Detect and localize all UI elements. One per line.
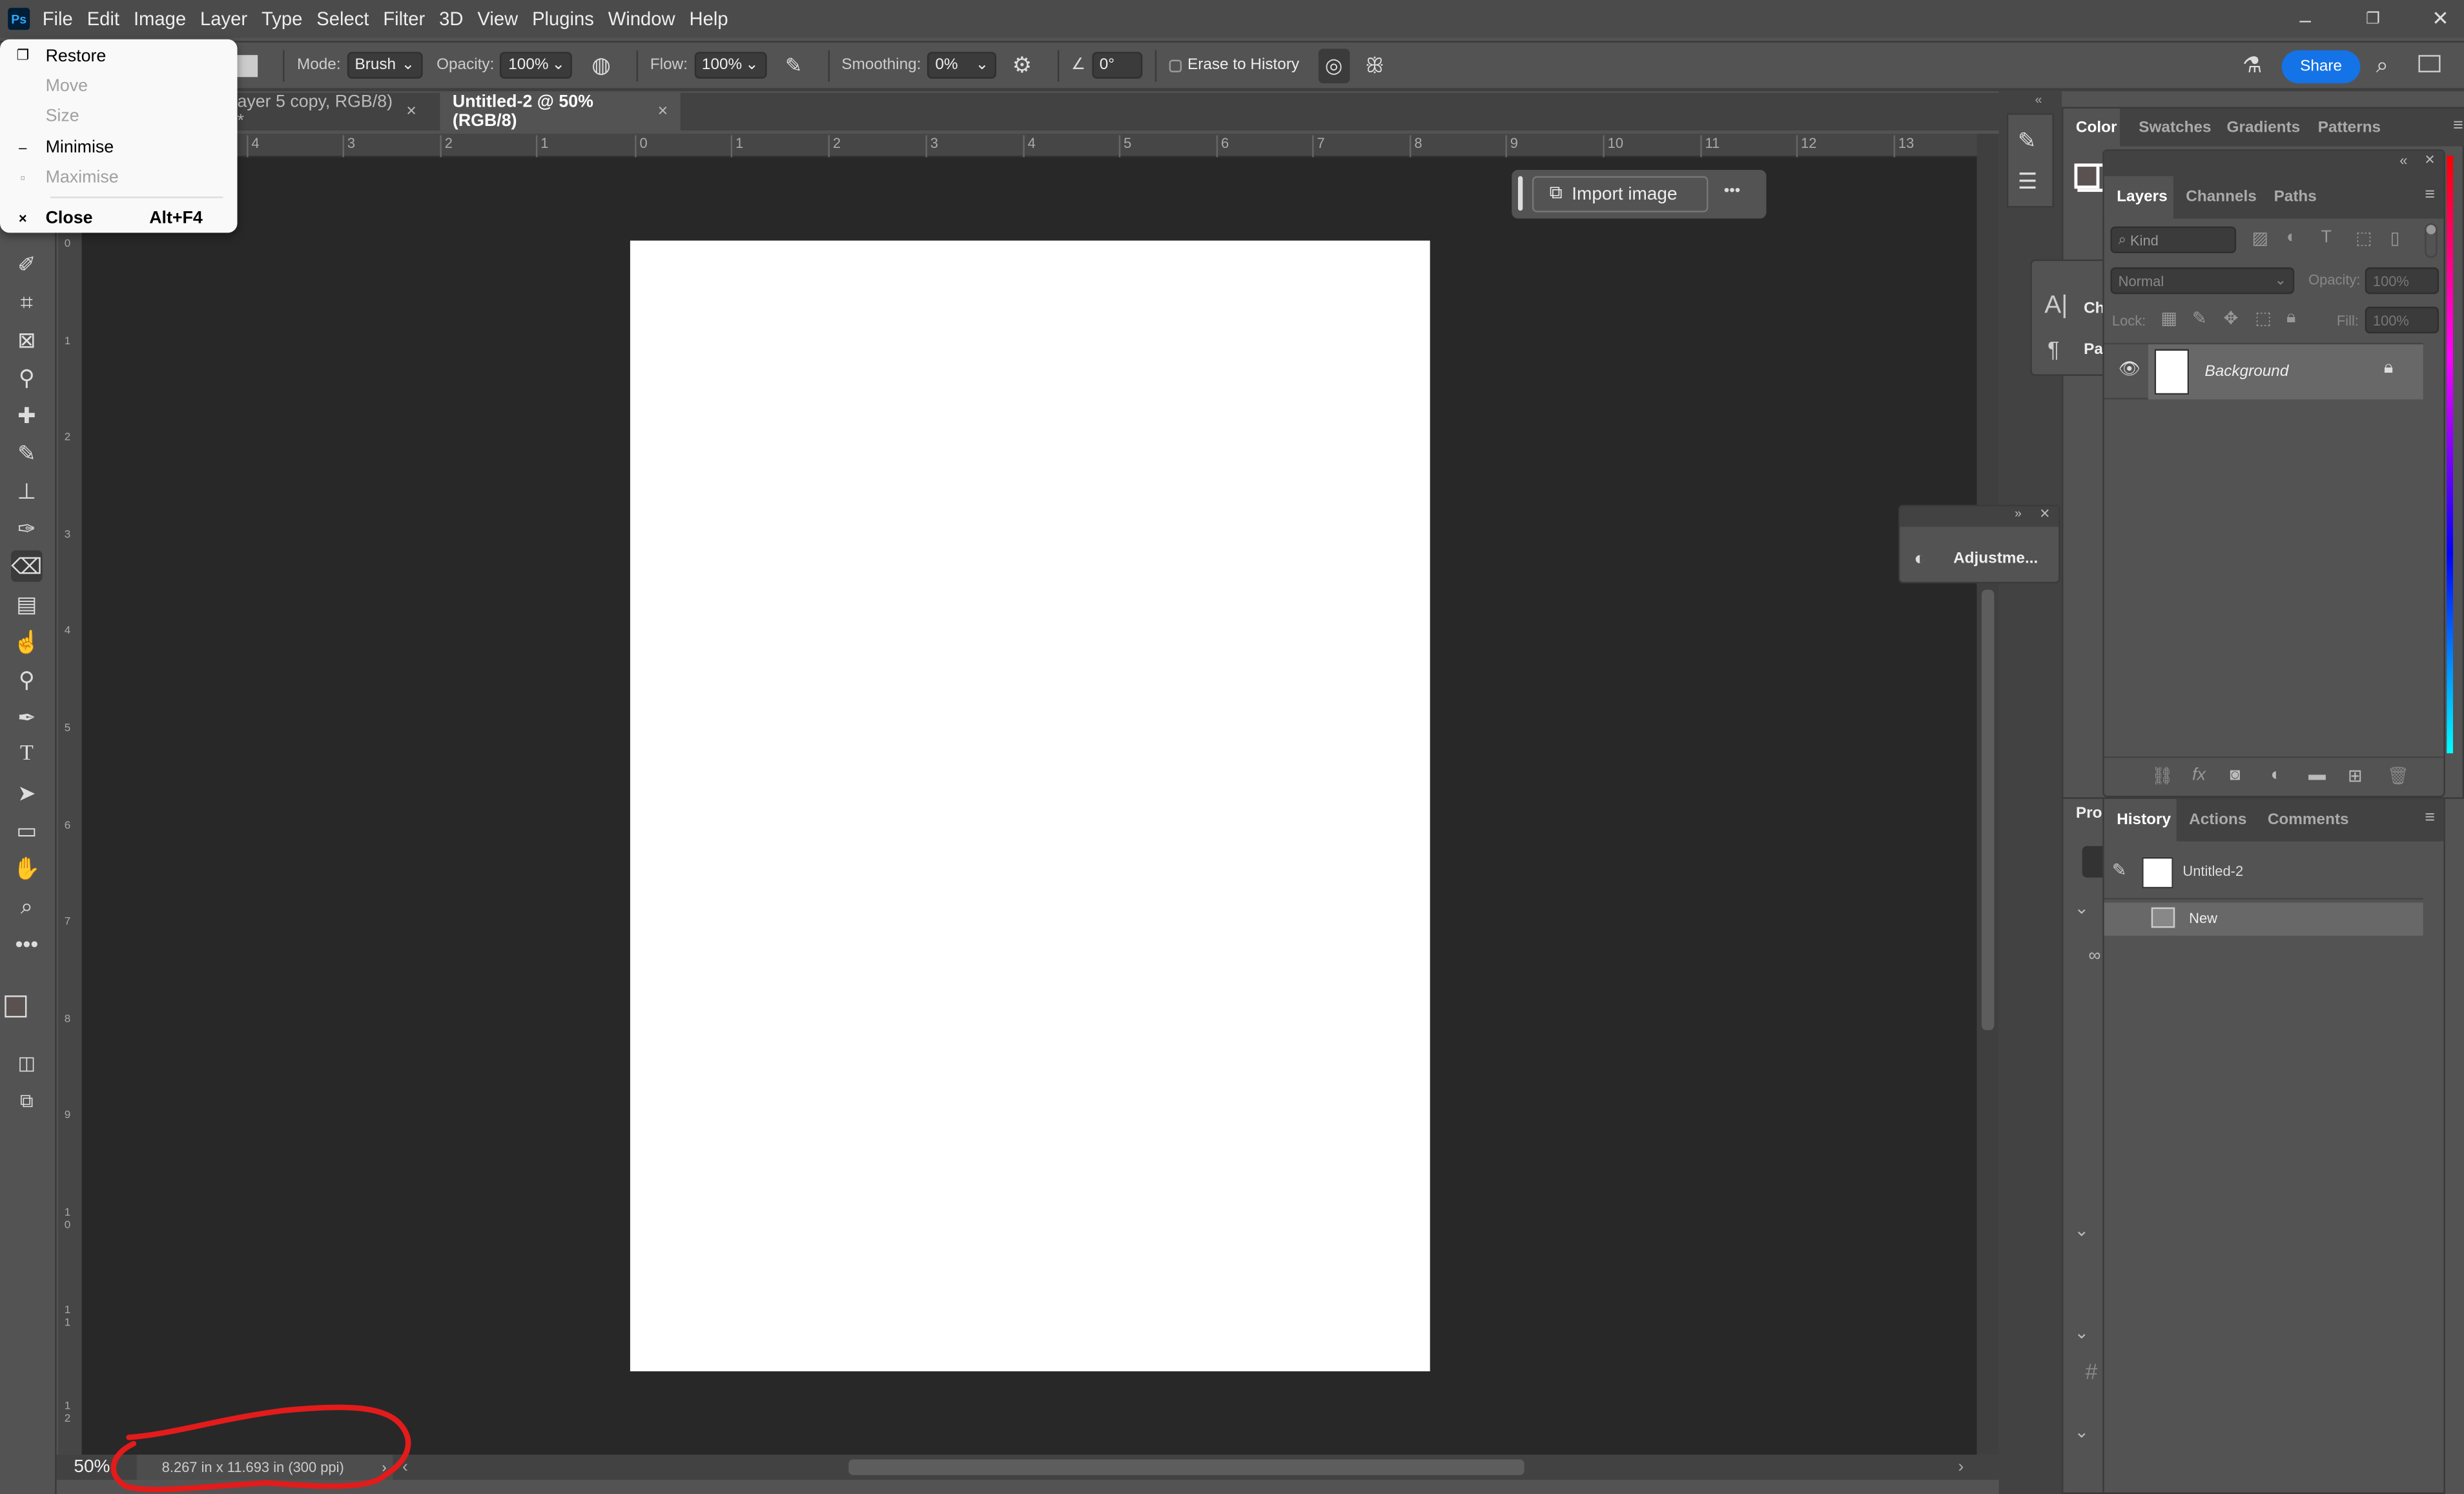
photoshop-window: Ps File Edit Image Layer Type Select Fil…: [0, 0, 2464, 1494]
red-annotation-scribble: [110, 1404, 411, 1493]
